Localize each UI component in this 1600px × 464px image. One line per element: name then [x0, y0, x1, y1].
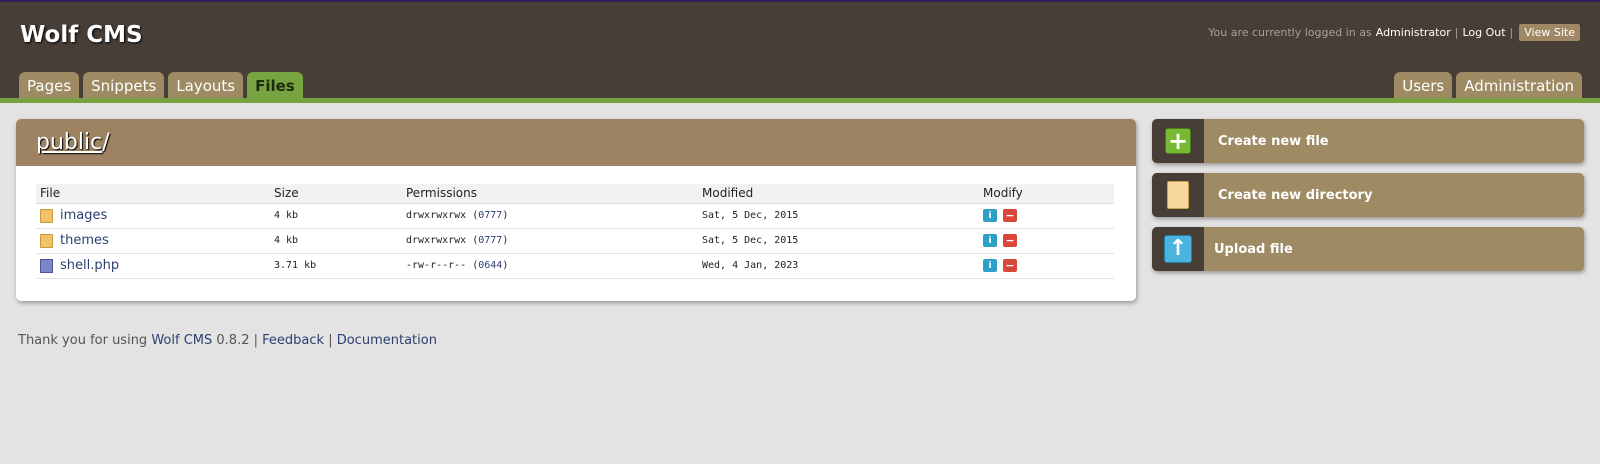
folder-icon [40, 233, 53, 248]
table-row: images 4 kb drwxrwxrwx (0777) Sat, 5 Dec… [36, 203, 1114, 229]
folder-icon [1167, 181, 1189, 209]
view-site-button[interactable]: View Site [1519, 24, 1580, 41]
file-link[interactable]: themes [60, 233, 109, 248]
user-info: You are currently logged in as Administr… [1208, 24, 1580, 41]
create-directory-label: Create new directory [1218, 187, 1373, 203]
file-link[interactable]: images [60, 208, 107, 223]
file-modified: Sat, 5 Dec, 2015 [698, 228, 979, 254]
feedback-link[interactable]: Feedback [262, 333, 324, 348]
breadcrumb-public-link[interactable]: public [36, 130, 102, 155]
create-file-label: Create new file [1218, 133, 1329, 149]
rename-icon[interactable]: i [983, 259, 997, 272]
upload-arrow-icon: ↑ [1164, 235, 1192, 263]
upload-file-button[interactable]: ↑ Upload file [1152, 227, 1584, 271]
delete-icon[interactable]: − [1003, 259, 1017, 272]
footer-version: 0.8.2 | [216, 333, 258, 348]
col-modified: Modified [698, 184, 979, 204]
file-permissions: drwxrwxrwx (0777) [402, 228, 698, 254]
file-browser-panel: public/ File Size Permissions Modified M… [16, 119, 1136, 301]
file-permissions: drwxrwxrwx (0777) [402, 203, 698, 229]
footer: Thank you for using Wolf CMS 0.8.2 | Fee… [18, 333, 437, 348]
documentation-link[interactable]: Documentation [337, 333, 437, 348]
wolf-cms-link[interactable]: Wolf CMS [151, 333, 212, 348]
tab-layouts[interactable]: Layouts [168, 72, 244, 100]
main-tabs: Pages Snippets Layouts Files [19, 72, 307, 100]
tab-underline-bar [0, 98, 1600, 103]
tab-administration[interactable]: Administration [1456, 72, 1582, 100]
logout-link[interactable]: Log Out [1462, 26, 1505, 39]
tab-files[interactable]: Files [247, 72, 303, 100]
tab-pages[interactable]: Pages [19, 72, 80, 100]
chmod-link[interactable]: 0777 [478, 210, 502, 221]
header: Wolf CMS You are currently logged in as … [0, 0, 1600, 102]
table-header-row: File Size Permissions Modified Modify [36, 184, 1114, 204]
file-modified: Sat, 5 Dec, 2015 [698, 203, 979, 229]
table-row: themes 4 kb drwxrwxrwx (0777) Sat, 5 Dec… [36, 228, 1114, 254]
username-link[interactable]: Administrator [1376, 26, 1451, 39]
separator: | [1454, 26, 1459, 39]
file-size: 3.71 kb [270, 253, 402, 279]
col-file: File [36, 184, 270, 204]
file-table: File Size Permissions Modified Modify im… [36, 184, 1114, 279]
table-row: shell.php 3.71 kb -rw-r--r-- (0644) Wed,… [36, 253, 1114, 279]
separator: | [1509, 26, 1514, 39]
delete-icon[interactable]: − [1003, 234, 1017, 247]
footer-separator: | [328, 333, 333, 348]
php-file-icon [40, 258, 53, 273]
file-link[interactable]: shell.php [60, 258, 119, 273]
tab-users[interactable]: Users [1394, 72, 1453, 100]
col-modify: Modify [979, 184, 1114, 204]
admin-tabs: Users Administration [1390, 72, 1582, 100]
file-permissions: -rw-r--r-- (0644) [402, 253, 698, 279]
upload-file-label: Upload file [1214, 241, 1293, 257]
folder-icon [40, 208, 53, 223]
chmod-link[interactable]: 0777 [478, 235, 502, 246]
file-size: 4 kb [270, 203, 402, 229]
site-title[interactable]: Wolf CMS [20, 22, 143, 48]
panel-header: public/ [16, 119, 1136, 166]
breadcrumb-separator: / [102, 130, 110, 155]
logged-in-text: You are currently logged in as [1208, 26, 1372, 39]
footer-prefix: Thank you for using [18, 333, 148, 348]
tab-snippets[interactable]: Snippets [83, 72, 165, 100]
file-size: 4 kb [270, 228, 402, 254]
plus-icon: + [1165, 128, 1191, 154]
delete-icon[interactable]: − [1003, 209, 1017, 222]
rename-icon[interactable]: i [983, 234, 997, 247]
create-directory-button[interactable]: Create new directory [1152, 173, 1584, 217]
breadcrumb: public/ [36, 130, 110, 155]
chmod-link[interactable]: 0644 [478, 260, 502, 271]
create-file-button[interactable]: + Create new file [1152, 119, 1584, 163]
file-modified: Wed, 4 Jan, 2023 [698, 253, 979, 279]
col-size: Size [270, 184, 402, 204]
rename-icon[interactable]: i [983, 209, 997, 222]
col-permissions: Permissions [402, 184, 698, 204]
